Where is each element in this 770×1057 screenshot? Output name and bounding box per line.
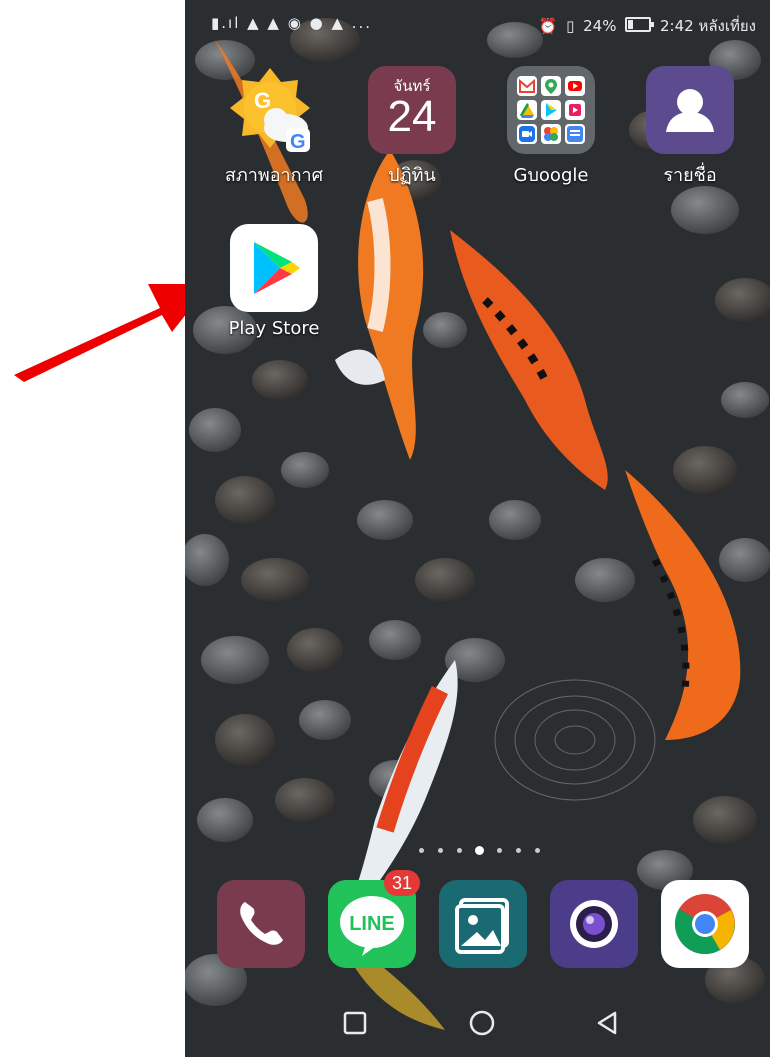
play-store-icon	[230, 224, 318, 312]
app-contacts[interactable]: รายชื่อ	[635, 66, 745, 189]
app-camera[interactable]	[550, 880, 638, 968]
square-icon[interactable]	[340, 1008, 370, 1038]
vibrate-icon: ▯	[566, 17, 575, 35]
battery-icon	[625, 17, 655, 32]
clock: 2:42 หลังเที่ยง	[660, 17, 756, 35]
app-chrome[interactable]	[661, 880, 749, 968]
folder-icon	[507, 66, 595, 154]
svg-text:G: G	[254, 88, 271, 113]
app-gallery[interactable]	[439, 880, 527, 968]
photos-icon	[541, 124, 561, 144]
phone-screen: ▮.ıl ▲ ▲ ◉ ● ▲ ... ⏰ ▯ 24% 2:42 หลังเที่…	[185, 0, 770, 1057]
alarm-icon: ⏰	[538, 17, 558, 35]
line-icon-text: LINE	[349, 913, 395, 935]
app-play-store[interactable]: Play Store	[219, 224, 329, 339]
camera-icon	[570, 900, 618, 948]
status-right: ⏰ ▯ 24% 2:42 หลังเที่ยง	[535, 14, 756, 38]
page-dot	[516, 848, 521, 853]
folder-google[interactable]: Gบoogle	[496, 66, 606, 189]
docs-icon	[565, 124, 585, 144]
youtube-icon	[565, 76, 585, 96]
drive-icon	[517, 100, 537, 120]
status-bar: ▮.ıl ▲ ▲ ◉ ● ▲ ... ⏰ ▯ 24% 2:42 หลังเที่…	[185, 0, 770, 50]
navigation-bar	[185, 990, 770, 1057]
battery-percent: 24%	[583, 17, 617, 35]
calendar-label: ปฏิทิน	[388, 165, 436, 186]
page-dot	[438, 848, 443, 853]
app-calendar[interactable]: จันทร์ 24 ปฏิทิน	[357, 66, 467, 189]
phone-icon	[240, 902, 283, 945]
app-phone[interactable]	[217, 880, 305, 968]
play-store-label: Play Store	[228, 318, 320, 339]
page-dot	[457, 848, 462, 853]
app-line[interactable]: LINE 31	[328, 870, 420, 968]
page-dot	[535, 848, 540, 853]
calendar-date: 24	[387, 92, 437, 141]
gallery-icon	[455, 898, 509, 954]
circle-icon[interactable]	[467, 1008, 497, 1038]
folder-label: Gบoogle	[513, 165, 589, 186]
calendar-icon: จันทร์ 24	[368, 66, 456, 154]
contacts-label: รายชื่อ	[663, 165, 717, 186]
duo-icon	[517, 124, 537, 144]
chrome-icon	[674, 894, 735, 955]
page-dot	[419, 848, 424, 853]
page-dot	[497, 848, 502, 853]
svg-text:G: G	[290, 131, 306, 153]
app-weather[interactable]: G G สภาพอากาศ	[219, 66, 329, 189]
contacts-icon	[646, 66, 734, 154]
notification-badge: 31	[384, 870, 420, 896]
play-icon-mini	[541, 100, 561, 120]
play-movies-icon	[565, 100, 585, 120]
maps-icon	[541, 76, 561, 96]
triangle-back-icon[interactable]	[593, 1008, 623, 1038]
notification-icons: ▮.ıl ▲ ▲ ◉ ● ▲ ...	[211, 14, 373, 32]
gmail-icon	[517, 76, 537, 96]
weather-icon: G G	[230, 66, 318, 154]
page-dot-active	[475, 846, 484, 855]
weather-label: สภาพอากาศ	[224, 165, 324, 186]
